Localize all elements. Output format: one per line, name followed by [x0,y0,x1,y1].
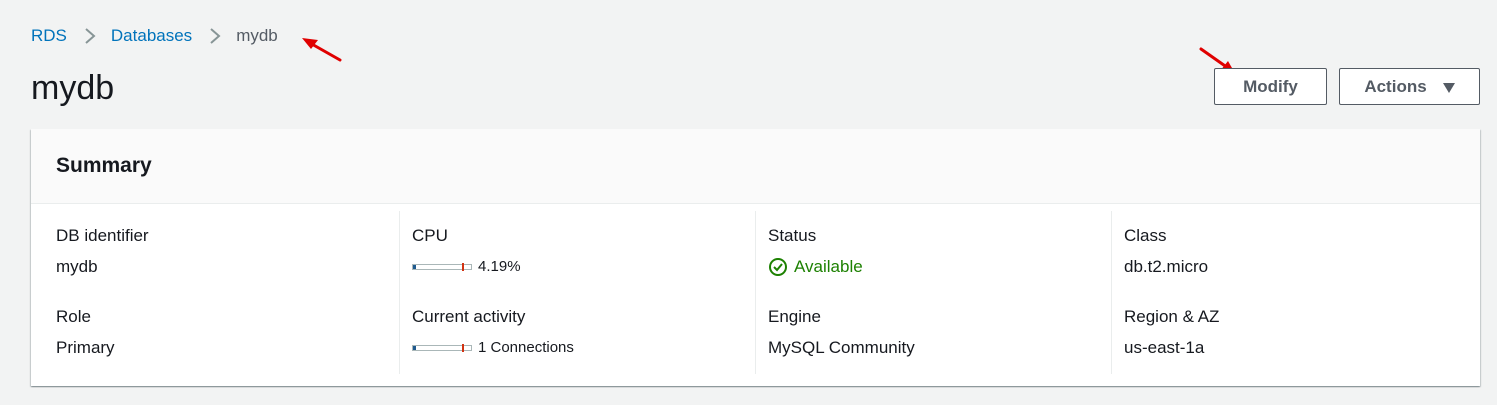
activity-meter [412,344,472,352]
role-value: Primary [56,338,115,357]
class-value: db.t2.micro [1124,257,1209,276]
cpu-value: 4.19% [478,258,521,275]
db-identifier-label: DB identifier [56,226,149,245]
status-label: Status [768,226,817,245]
field-role: Role Primary [56,307,115,358]
column-divider [399,211,400,374]
breadcrumb: RDS Databases mydb [31,26,278,46]
current-activity-value-row: 1 Connections [412,338,574,358]
field-status: Status Available [768,226,863,277]
breadcrumb-link-databases[interactable]: Databases [111,26,192,46]
region-az-value: us-east-1a [1124,338,1205,357]
chevron-right-icon [210,28,221,44]
field-engine: Engine MySQL Community [768,307,915,358]
activity-meter-fill [413,346,416,350]
modify-button[interactable]: Modify [1214,68,1327,105]
summary-column-metrics: CPU 4.19% Current activity 1 Connections [412,211,742,374]
cpu-value-row: 4.19% [412,257,521,277]
field-current-activity: Current activity 1 Connections [412,307,574,358]
field-class: Class db.t2.micro [1124,226,1208,277]
breadcrumb-link-rds[interactable]: RDS [31,26,67,46]
field-cpu: CPU 4.19% [412,226,521,277]
actions-dropdown-button[interactable]: Actions [1339,68,1480,105]
class-label: Class [1124,226,1167,245]
field-db-identifier: DB identifier mydb [56,226,149,277]
check-circle-icon [769,258,787,276]
cpu-label: CPU [412,226,448,245]
summary-column-status: Status Available Engine MySQL Community [768,211,1098,374]
status-value-row: Available [768,257,863,277]
field-region-az: Region & AZ us-east-1a [1124,307,1219,358]
column-divider [1111,211,1112,374]
status-value: Available [794,257,863,276]
modify-button-label: Modify [1243,76,1298,96]
current-activity-label: Current activity [412,307,526,326]
cpu-meter [412,263,472,271]
role-label: Role [56,307,91,326]
summary-card-header: Summary [31,129,1480,204]
breadcrumb-current-mydb: mydb [236,26,278,45]
page-title: mydb [31,69,115,107]
annotation-arrow-icon [302,38,342,62]
summary-title: Summary [56,154,152,177]
activity-meter-threshold [462,344,464,352]
summary-column-identity: DB identifier mydb Role Primary [56,211,386,374]
summary-card: Summary DB identifier mydb Role Primary … [31,129,1480,386]
region-az-label: Region & AZ [1124,307,1220,326]
summary-column-class: Class db.t2.micro Region & AZ us-east-1a [1124,211,1454,374]
chevron-right-icon [85,28,96,44]
cpu-meter-fill [413,265,416,269]
engine-label: Engine [768,307,821,326]
column-divider [755,211,756,374]
caret-down-icon [1442,82,1455,93]
db-identifier-value: mydb [56,257,98,276]
actions-button-label: Actions [1364,76,1427,96]
current-activity-value[interactable]: 1 Connections [478,338,574,358]
engine-value: MySQL Community [768,338,915,357]
cpu-meter-threshold [462,263,464,271]
